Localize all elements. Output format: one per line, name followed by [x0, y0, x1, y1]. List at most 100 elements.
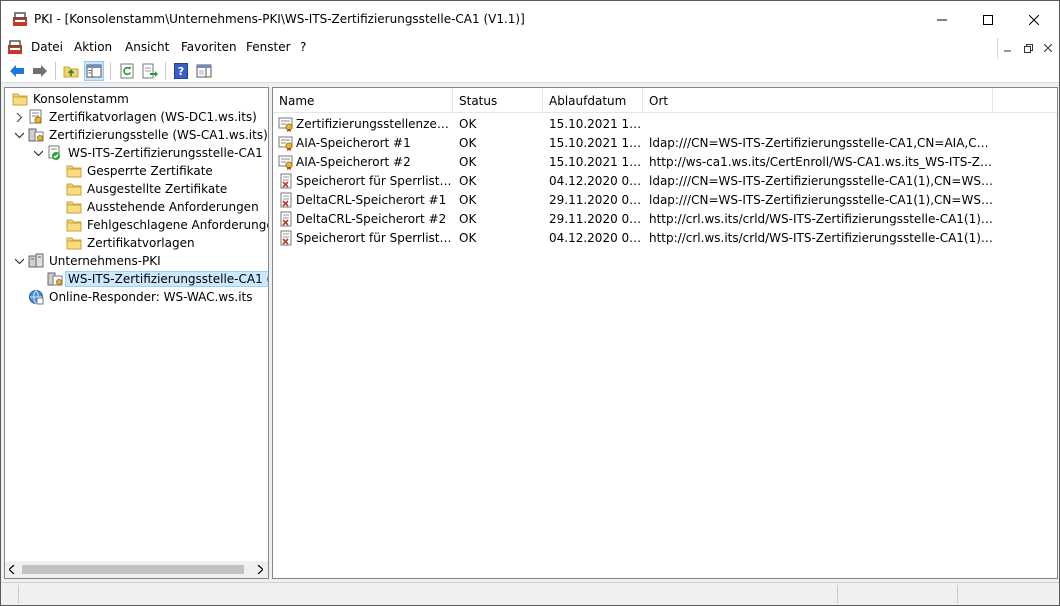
cell-name-text: Speicherort für Sperrlisten-...: [296, 230, 453, 245]
export-list-icon[interactable]: [140, 61, 160, 81]
cell-ablaufdatum: 29.11.2020 04:37: [549, 211, 643, 226]
cell-status: OK: [459, 211, 477, 226]
menu-aktion[interactable]: Aktion: [74, 40, 112, 54]
chevron-down-icon[interactable]: [13, 252, 25, 270]
list-item[interactable]: Speicherort für Sperrlisten-... OK 04.12.2…: [273, 228, 1057, 247]
close-button[interactable]: [1011, 1, 1057, 38]
tree-item[interactable]: Zertifizierungsstelle (WS-CA1.ws.its): [13, 126, 268, 144]
toolbar: ?: [1, 59, 1059, 83]
minimize-button[interactable]: [919, 1, 965, 38]
mdi-minimize-button[interactable]: [998, 38, 1018, 58]
tree-item-label: Zertifikatvorlagen: [87, 236, 195, 250]
crl-icon: [278, 230, 294, 246]
system-menu-icon[interactable]: [7, 40, 23, 55]
tree-item[interactable]: Gesperrte Zertifikate: [51, 162, 215, 180]
cell-ort: http://crl.ws.its/crld/WS-ITS-Zertifizie…: [649, 211, 993, 226]
cell-status: OK: [459, 192, 477, 207]
tree-item[interactable]: WS-ITS-Zertifizierungsstelle-CA1 (V1.1): [32, 270, 268, 288]
refresh-icon[interactable]: [117, 61, 137, 81]
cell-ort: ldap:///CN=WS-ITS-Zertifizierungsstelle-…: [649, 173, 993, 188]
folder-icon: [12, 91, 28, 107]
cell-ablaufdatum: 04.12.2020 04:36: [549, 230, 643, 245]
status-segment-2: [837, 585, 957, 603]
enterprise-pki-icon: [28, 253, 44, 269]
console-tree[interactable]: Konsolenstamm Zertifikatvorlagen (WS-DC1.…: [4, 87, 269, 579]
cell-ort: ldap:///CN=WS-ITS-Zertifizierungsstelle-…: [649, 192, 993, 207]
window-title: PKI - [Konsolenstamm\Unternehmens-PKI\WS…: [34, 12, 525, 26]
chevron-right-icon[interactable]: [13, 108, 25, 126]
column-header-status[interactable]: Status: [453, 88, 543, 113]
cell-name: Speicherort für Sperrlisten-...: [273, 173, 453, 189]
tree-item[interactable]: WS-ITS-Zertifizierungsstelle-CA1: [32, 144, 265, 162]
cell-ablaufdatum: 04.12.2020 04:36: [549, 173, 643, 188]
list-item[interactable]: AIA-Speicherort #2 OK 15.10.2021 18:15 http…: [273, 152, 1057, 171]
maximize-button[interactable]: [965, 1, 1011, 38]
tree-item[interactable]: Unternehmens-PKI: [13, 252, 163, 270]
tree-item-label: WS-ITS-Zertifizierungsstelle-CA1: [68, 146, 263, 160]
ca-running-icon: [47, 145, 63, 161]
menu-ansicht[interactable]: Ansicht: [125, 40, 169, 54]
tree-item-label: Zertifizierungsstelle (WS-CA1.ws.its): [49, 128, 268, 142]
scroll-right-icon: [257, 565, 263, 574]
folder-icon: [66, 217, 82, 233]
list-item[interactable]: Zertifizierungsstellenzertifikat OK 15.10.…: [273, 114, 1057, 133]
cell-name: AIA-Speicherort #1: [273, 135, 453, 151]
properties-pane-icon[interactable]: [194, 61, 214, 81]
menu-help[interactable]: ?: [300, 40, 306, 54]
forward-arrow-icon[interactable]: [30, 61, 50, 81]
crl-icon: [278, 211, 294, 227]
crl-icon: [278, 192, 294, 208]
details-list[interactable]: Name Status Ablaufdatum Ort Zertifizieru…: [272, 87, 1058, 579]
tree-horizontal-scrollbar[interactable]: [5, 561, 268, 578]
ca-node-icon: [47, 271, 63, 287]
column-header-name[interactable]: Name: [273, 88, 453, 113]
column-header-ort[interactable]: Ort: [643, 88, 993, 113]
tree-item[interactable]: Fehlgeschlagene Anforderungen: [51, 216, 268, 234]
certificate-icon: [278, 154, 294, 170]
menu-datei[interactable]: Datei: [31, 40, 63, 54]
tree-item[interactable]: Online-Responder: WS-WAC.ws.its: [13, 288, 255, 306]
cell-name-text: AIA-Speicherort #2: [296, 154, 411, 169]
mdi-restore-button[interactable]: [1018, 38, 1038, 58]
online-responder-icon: [28, 289, 44, 305]
tree-item[interactable]: Konsolenstamm: [9, 90, 131, 108]
cell-status: OK: [459, 116, 477, 131]
menu-favoriten[interactable]: Favoriten: [181, 40, 237, 54]
tree-item-label: Konsolenstamm: [33, 92, 129, 106]
cell-ort: http://ws-ca1.ws.its/CertEnroll/WS-CA1.w…: [649, 154, 993, 169]
cell-name-text: Speicherort für Sperrlisten-...: [296, 173, 453, 188]
cell-status: OK: [459, 154, 477, 169]
help-icon[interactable]: ?: [171, 61, 191, 81]
cell-ablaufdatum: 29.11.2020 04:37: [549, 192, 643, 207]
cell-ablaufdatum: 15.10.2021 18:15: [549, 116, 643, 131]
status-bar: [1, 582, 1059, 605]
cell-name-text: DeltaCRL-Speicherort #2: [296, 211, 447, 226]
list-item[interactable]: DeltaCRL-Speicherort #1 OK 29.11.2020 04:3…: [273, 190, 1057, 209]
show-hide-tree-icon[interactable]: [84, 61, 104, 81]
tree-scroll-thumb[interactable]: [22, 565, 244, 574]
mdi-close-button[interactable]: [1038, 38, 1058, 58]
cell-ablaufdatum: 15.10.2021 18:15: [549, 135, 643, 150]
cell-ablaufdatum: 15.10.2021 18:15: [549, 154, 643, 169]
tree-item[interactable]: Ausstehende Anforderungen: [51, 198, 261, 216]
title-bar[interactable]: PKI - [Konsolenstamm\Unternehmens-PKI\WS…: [1, 1, 1059, 38]
back-arrow-icon[interactable]: [7, 61, 27, 81]
list-header: Name Status Ablaufdatum Ort: [273, 88, 1057, 113]
list-item[interactable]: Speicherort für Sperrlisten-... OK 04.12.2…: [273, 171, 1057, 190]
chevron-down-icon[interactable]: [32, 144, 44, 162]
list-item[interactable]: DeltaCRL-Speicherort #2 OK 29.11.2020 04:3…: [273, 209, 1057, 228]
column-header-ablaufdatum[interactable]: Ablaufdatum: [543, 88, 643, 113]
pki-app-icon: [12, 12, 28, 27]
certification-authority-icon: [28, 127, 44, 143]
chevron-down-icon[interactable]: [13, 126, 25, 144]
tree-item-label: Ausgestellte Zertifikate: [87, 182, 228, 196]
up-folder-icon[interactable]: [61, 61, 81, 81]
tree-item[interactable]: Ausgestellte Zertifikate: [51, 180, 229, 198]
tree-item[interactable]: Zertifikatvorlagen (WS-DC1.ws.its): [13, 108, 259, 126]
list-item[interactable]: AIA-Speicherort #1 OK 15.10.2021 18:15 ldap…: [273, 133, 1057, 152]
tree-item-label: Online-Responder: WS-WAC.ws.its: [49, 290, 253, 304]
tree-item[interactable]: Zertifikatvorlagen: [51, 234, 197, 252]
cell-name: AIA-Speicherort #2: [273, 154, 453, 170]
menu-fenster[interactable]: Fenster: [246, 40, 291, 54]
cell-ort: http://crl.ws.its/crld/WS-ITS-Zertifizie…: [649, 230, 993, 245]
